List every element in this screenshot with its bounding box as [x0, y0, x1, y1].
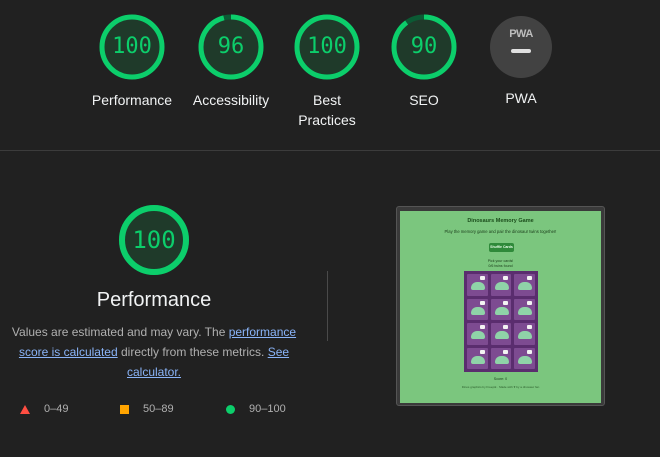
legend-fail: 0–49 [20, 401, 68, 417]
vertical-separator [327, 271, 328, 341]
category-summary: 100 Performance 96 Accessibility 100 Bes… [0, 0, 660, 150]
score-value: 96 [217, 34, 245, 59]
speech-bubble-icon [526, 300, 532, 305]
screenshot-image: Dinosaurs Memory Game Play the memory ga… [400, 211, 601, 403]
gauge-label: Accessibility [192, 92, 270, 108]
speech-bubble-icon [503, 276, 509, 280]
performance-title: Performance [96, 289, 212, 311]
pwa-icon: PWA [509, 28, 533, 40]
speech-bubble-icon [479, 276, 485, 280]
gauge-accessibility[interactable]: 96 Accessibility [176, 14, 286, 110]
score-gauge: 96 [198, 14, 264, 80]
memory-card [467, 347, 488, 369]
memory-card [490, 347, 512, 369]
speech-bubble-icon [526, 325, 532, 329]
dinosaur-icon [471, 355, 485, 364]
score-gauge: 90 [391, 14, 457, 80]
screenshot-subtitle: Play the memory game and pair the dinosa… [444, 229, 557, 234]
dinosaur-icon [494, 306, 509, 315]
triangle-icon [20, 404, 30, 414]
pwa-badge: PWA [490, 16, 552, 78]
dinosaur-icon [471, 331, 485, 339]
section-divider [0, 150, 660, 151]
gauge-seo[interactable]: 90 SEO [369, 14, 479, 110]
gauge-pwa[interactable]: PWA PWA [466, 14, 576, 108]
screenshot-shuffle-button: Shuffle Cards [489, 243, 514, 252]
dinosaur-icon [518, 331, 533, 339]
dash-icon [511, 49, 531, 53]
memory-card [514, 323, 535, 345]
memory-card [490, 274, 512, 296]
score-value: 90 [410, 34, 438, 59]
screenshot-title: Dinosaurs Memory Game [467, 218, 534, 224]
screenshot-footer: Dinos graphics by Freepik · Made with ♥ … [461, 385, 540, 389]
memory-card [467, 274, 488, 296]
speech-bubble-icon [503, 300, 509, 305]
score-value: 100 [112, 34, 152, 59]
performance-description: Values are estimated and may vary. The p… [6, 322, 302, 382]
performance-gauge: 100 [118, 204, 190, 276]
legend-average: 50–89 [120, 401, 174, 417]
legend-range: 0–49 [44, 403, 69, 415]
dinosaur-icon [518, 355, 533, 364]
screenshot-score: Score: 0 [493, 377, 508, 381]
dinosaur-icon [471, 306, 485, 315]
speech-bubble-icon [479, 325, 485, 329]
gauge-label: PWA [505, 90, 537, 106]
dinosaur-icon [494, 355, 509, 364]
speech-bubble-icon [479, 349, 485, 354]
score-gauge: 100 [99, 14, 165, 80]
pick-line: 0/6 twins found [488, 264, 513, 268]
dinosaur-icon [471, 282, 485, 290]
dinosaur-icon [518, 306, 533, 315]
final-screenshot[interactable]: Dinosaurs Memory Game Play the memory ga… [396, 206, 605, 406]
dinosaur-icon [494, 282, 509, 290]
screenshot-card-board [464, 271, 538, 372]
gauge-label: Best Practices [298, 92, 356, 128]
memory-card [514, 274, 535, 296]
speech-bubble-icon [479, 300, 485, 305]
legend-range: 50–89 [143, 403, 174, 415]
description-text: Values are estimated and may vary. The [11, 325, 229, 339]
memory-card [490, 323, 512, 345]
speech-bubble-icon [526, 276, 532, 280]
gauge-label: SEO [409, 92, 439, 108]
circle-icon [226, 404, 235, 414]
screenshot-pick-text: Pick your cards! 0/6 twins found [400, 259, 601, 269]
speech-bubble-icon [503, 325, 509, 329]
speech-bubble-icon [503, 349, 509, 354]
score-value: 100 [307, 34, 347, 59]
gauge-best-practices[interactable]: 100 Best Practices [272, 14, 382, 130]
memory-card [490, 298, 512, 320]
performance-score: 100 [132, 226, 176, 254]
square-icon [120, 404, 129, 414]
memory-card [514, 298, 535, 320]
memory-card [514, 347, 535, 369]
legend-pass: 90–100 [226, 401, 286, 417]
gauge-label: Performance [91, 92, 173, 108]
score-gauge: 100 [294, 14, 360, 80]
speech-bubble-icon [526, 349, 532, 354]
gauge-performance[interactable]: 100 Performance [77, 14, 187, 110]
memory-card [467, 323, 488, 345]
memory-card [467, 298, 488, 320]
description-text: directly from these metrics. [117, 345, 268, 359]
dinosaur-icon [518, 282, 533, 290]
legend-range: 90–100 [249, 403, 286, 415]
dinosaur-icon [494, 331, 509, 339]
